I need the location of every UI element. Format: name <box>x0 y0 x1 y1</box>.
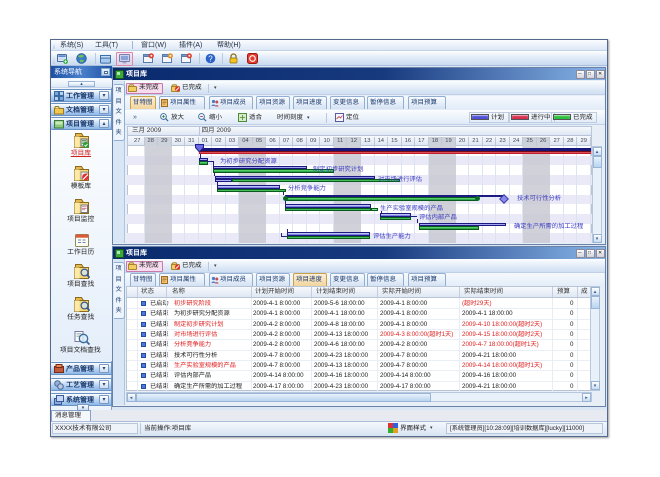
svg-text:?: ? <box>208 54 213 63</box>
